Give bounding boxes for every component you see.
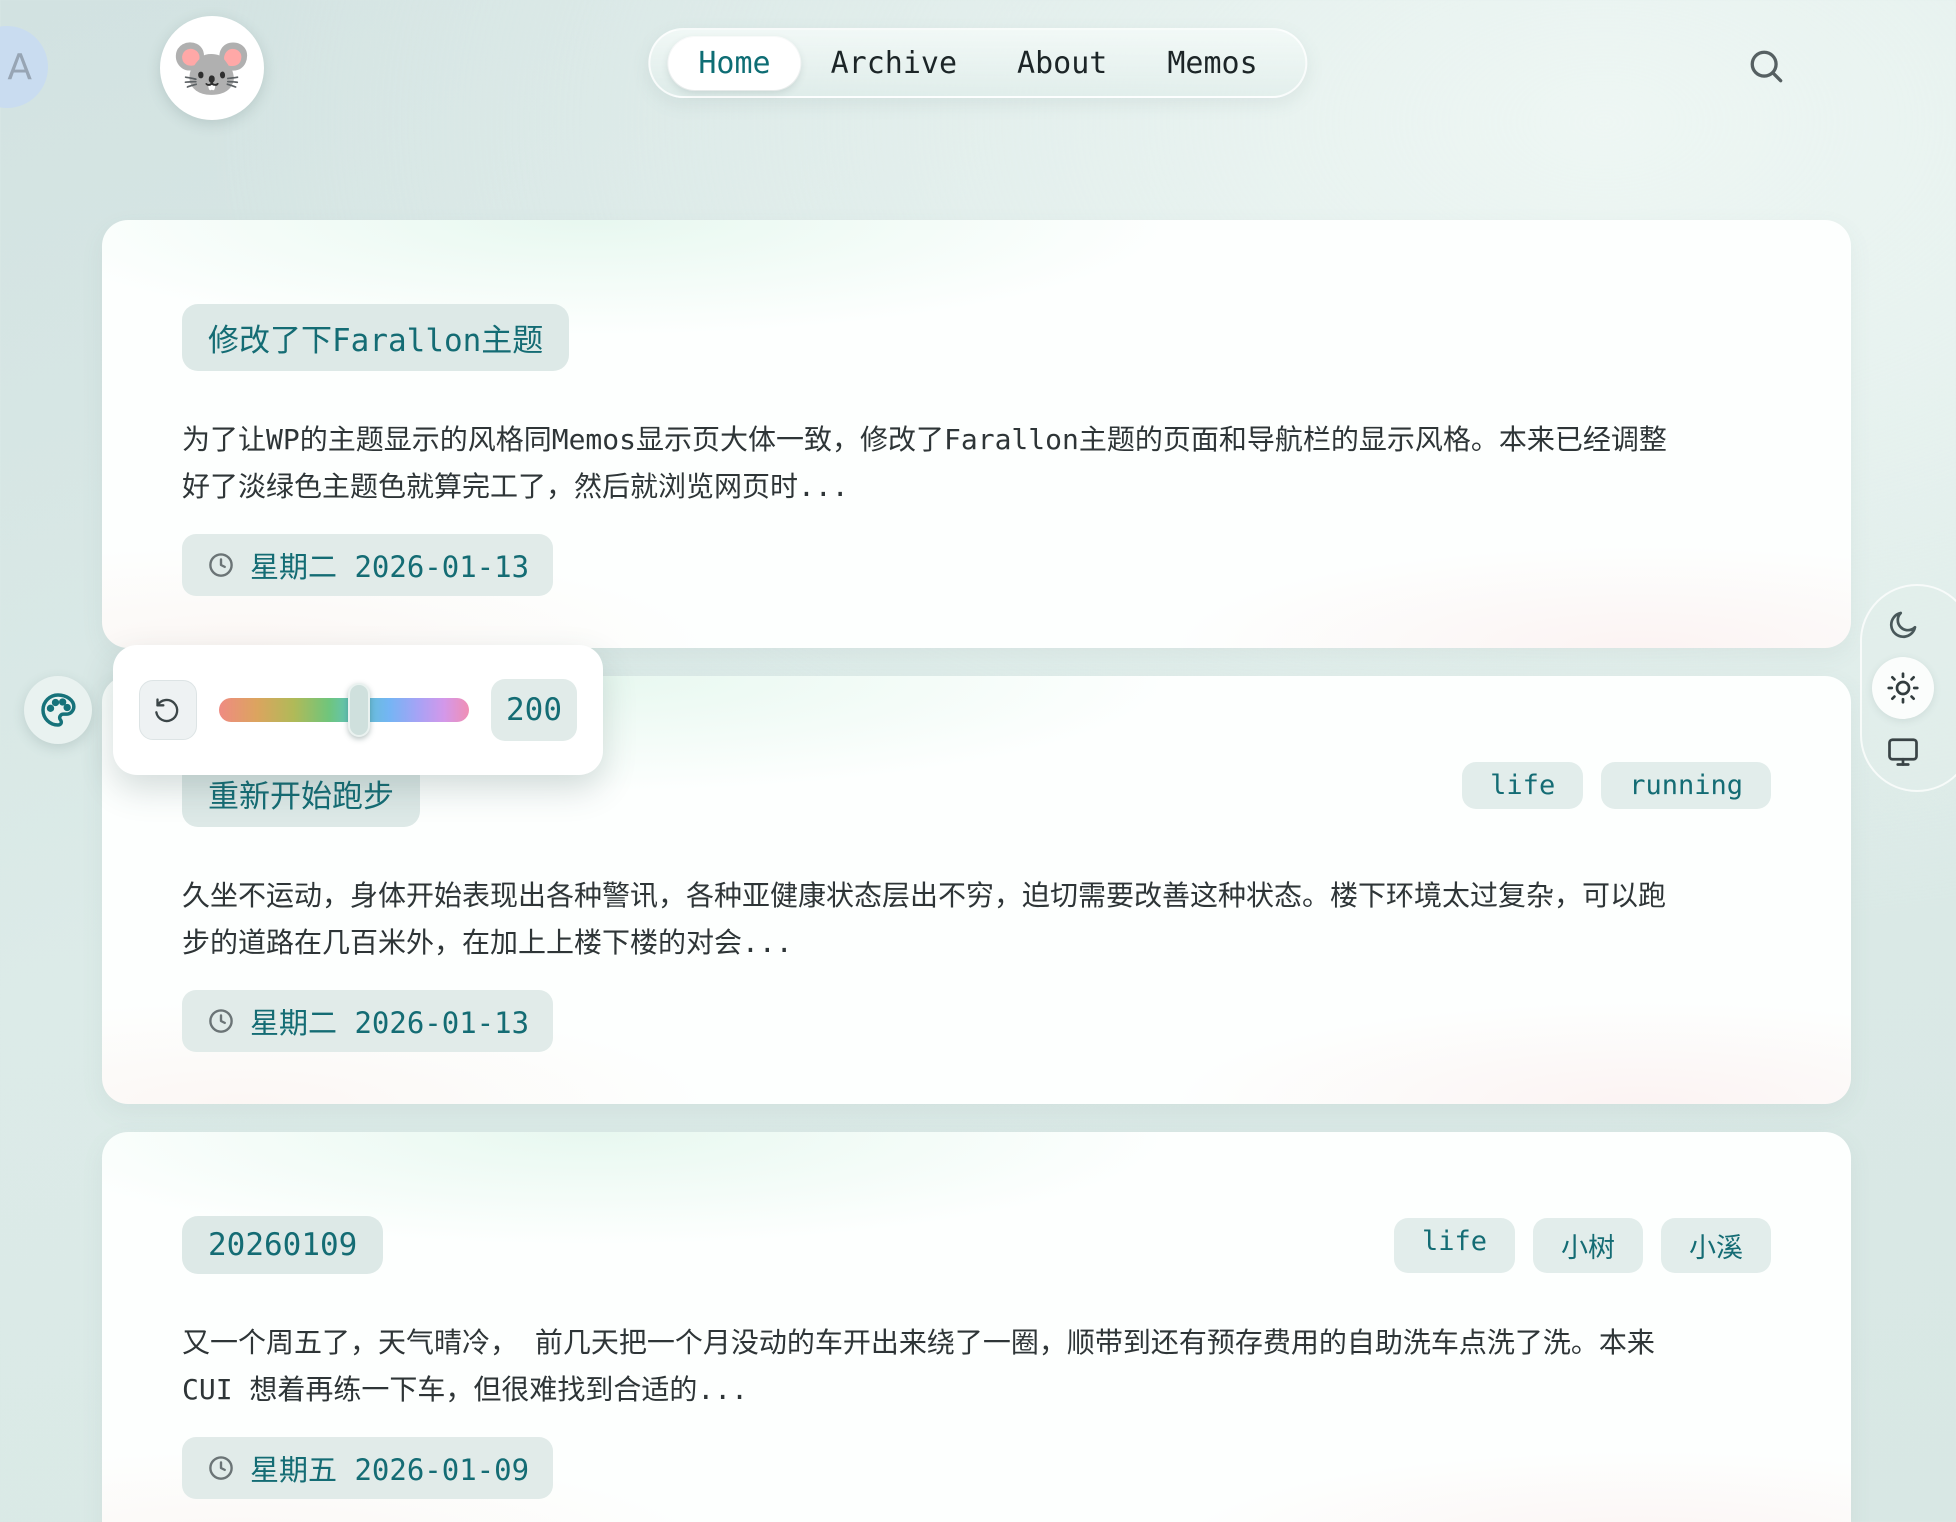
hue-slider[interactable]	[219, 698, 469, 722]
search-button[interactable]	[1744, 44, 1788, 88]
sun-icon	[1885, 670, 1921, 706]
translate-badge[interactable]: A	[0, 26, 48, 108]
post-excerpt: 久坐不运动，身体开始表现出各种警讯，各种亚健康状态层出不穷，迫切需要改善这种状态…	[182, 872, 1692, 966]
clock-icon	[206, 1006, 236, 1036]
main-nav: HomeArchiveAboutMemos	[648, 28, 1307, 98]
post-date-text: 星期二 2026-01-13	[250, 544, 529, 586]
nav-item-memos[interactable]: Memos	[1137, 37, 1287, 90]
site-avatar[interactable]: 🐭	[160, 16, 264, 120]
palette-icon	[38, 690, 78, 730]
post-title[interactable]: 20260109	[182, 1216, 383, 1274]
post-date-text: 星期二 2026-01-13	[250, 1000, 529, 1042]
hue-value-text: 200	[506, 692, 562, 728]
clock-icon	[206, 550, 236, 580]
rotate-ccw-icon	[154, 696, 182, 724]
color-reset-button[interactable]	[139, 680, 197, 740]
post-excerpt: 又一个周五了，天气晴冷， 前几天把一个月没动的车开出来绕了一圈，顺带到还有预存费…	[182, 1319, 1692, 1413]
post-card-header: 修改了下Farallon主题	[182, 304, 1771, 371]
post-date: 星期五 2026-01-09	[182, 1437, 553, 1499]
post-tag[interactable]: life	[1394, 1218, 1515, 1273]
translate-badge-label: A	[7, 47, 32, 88]
post-list: 修改了下Farallon主题 为了让WP的主题显示的风格同Memos显示页大体一…	[102, 220, 1851, 1522]
mouse-avatar-image: 🐭	[171, 35, 253, 101]
moon-icon	[1885, 607, 1921, 643]
post-tag-list: life 小树小溪	[1394, 1218, 1771, 1273]
search-icon	[1744, 44, 1788, 88]
nav-item-home[interactable]: Home	[668, 37, 800, 90]
post-tag[interactable]: running	[1601, 762, 1771, 809]
post-date: 星期二 2026-01-13	[182, 534, 553, 596]
post-card-header: 20260109 life 小树小溪	[182, 1216, 1771, 1274]
post-tag-list: life running	[1462, 762, 1771, 809]
theme-switcher	[1860, 584, 1956, 792]
clock-icon	[206, 1453, 236, 1483]
theme-color-picker-popup: 200	[113, 645, 603, 775]
post-date: 星期二 2026-01-13	[182, 990, 553, 1052]
post-card: 修改了下Farallon主题 为了让WP的主题显示的风格同Memos显示页大体一…	[102, 220, 1851, 648]
theme-color-button[interactable]	[24, 676, 92, 744]
nav-item-archive[interactable]: Archive	[801, 37, 987, 90]
post-title[interactable]: 修改了下Farallon主题	[182, 304, 569, 371]
post-card: 20260109 life 小树小溪 又一个周五了，天气晴冷， 前几天把一个月没动…	[102, 1132, 1851, 1522]
light-mode-button[interactable]	[1872, 657, 1934, 719]
system-mode-button[interactable]	[1872, 720, 1934, 782]
hue-value-display: 200	[491, 679, 577, 741]
post-tag[interactable]: life	[1462, 762, 1583, 809]
hue-slider-handle[interactable]	[348, 683, 370, 737]
post-tag[interactable]: 小树	[1533, 1218, 1643, 1273]
post-excerpt: 为了让WP的主题显示的风格同Memos显示页大体一致，修改了Farallon主题…	[182, 416, 1692, 510]
nav-item-about[interactable]: About	[987, 37, 1137, 90]
post-tag[interactable]: 小溪	[1661, 1218, 1771, 1273]
monitor-icon	[1885, 733, 1921, 769]
post-date-text: 星期五 2026-01-09	[250, 1447, 529, 1489]
dark-mode-button[interactable]	[1872, 594, 1934, 656]
